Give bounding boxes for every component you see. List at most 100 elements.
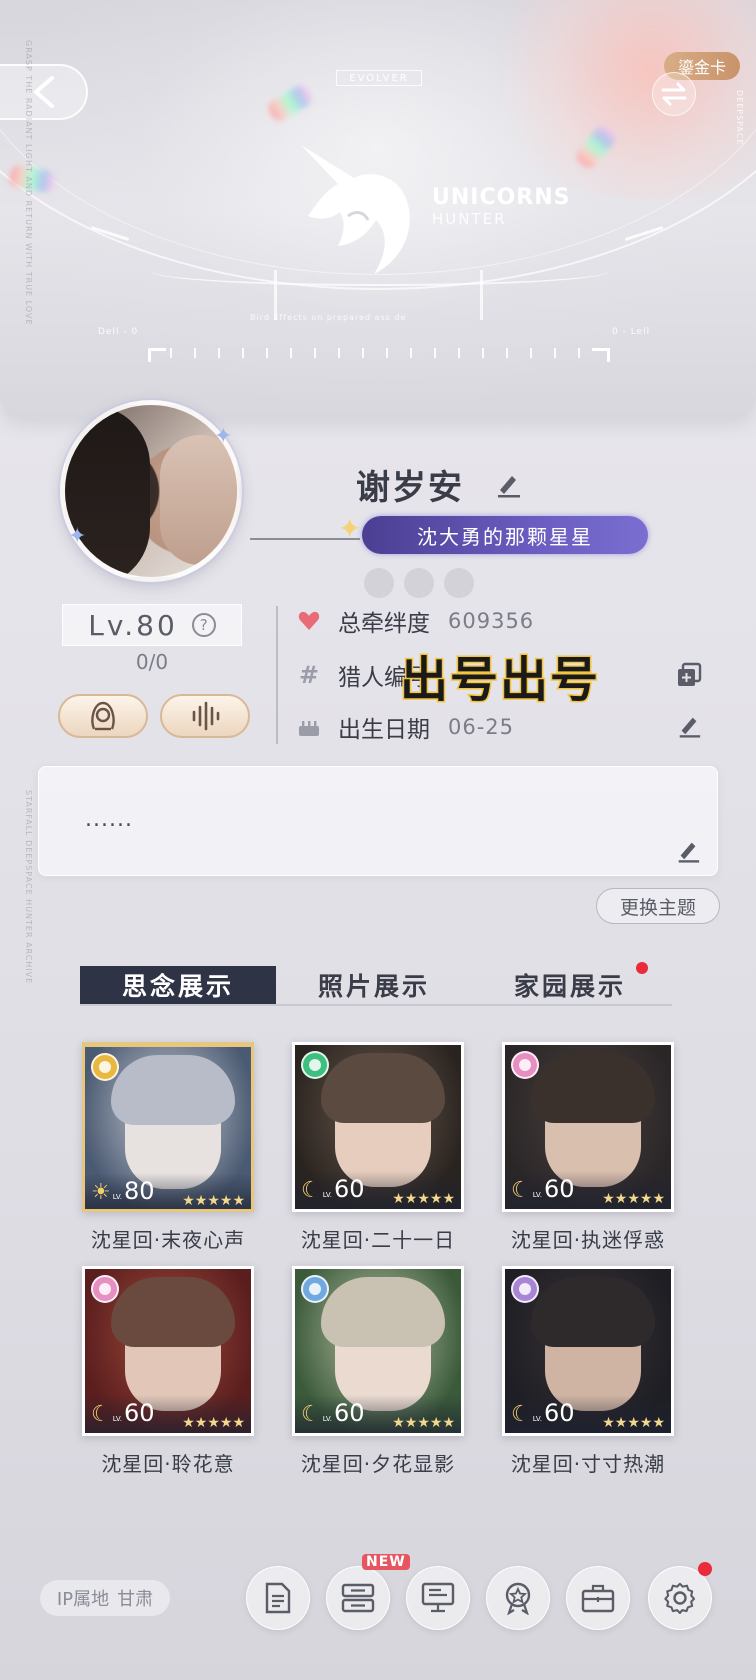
decor-dot (444, 568, 474, 598)
birthday-value: 06-25 (448, 715, 515, 739)
memory-card-label: 沈星回·二十一日 (300, 1228, 456, 1252)
card-level-value: 60 (543, 1399, 575, 1427)
memory-card-label: 沈星回·末夜心声 (90, 1228, 246, 1252)
medal-icon (505, 1582, 531, 1615)
card-level-value: 60 (543, 1175, 575, 1203)
player-name: 谢岁安 (356, 468, 464, 508)
card-level: ☀ LV. 80 (91, 1177, 155, 1205)
attribute-gem-icon (301, 1051, 329, 1079)
chevron-left-icon (32, 76, 54, 108)
bond-row: 总牵绊度 609356 (296, 604, 534, 638)
overlay-caption: 出号出号 (398, 651, 601, 710)
voice-wave-icon (192, 701, 220, 731)
card-level: ☾ LV. 60 (511, 1399, 575, 1427)
document-button[interactable] (246, 1566, 310, 1630)
card-level: ☾ LV. 60 (511, 1175, 575, 1203)
swap-button[interactable] (652, 72, 696, 116)
copy-icon[interactable] (676, 662, 702, 688)
edit-birthday-icon[interactable] (676, 712, 702, 738)
back-button[interactable] (0, 64, 88, 120)
bio-card[interactable]: ...... (38, 766, 718, 876)
screen-button[interactable] (406, 1566, 470, 1630)
ip-label: IP属地 (56, 1589, 110, 1610)
memory-card[interactable]: ☀ LV. 80 ★★★★★ (82, 1042, 254, 1212)
side-decor-text: STARFALL DEEPSPACE HUNTER ARCHIVE (24, 790, 33, 985)
card-level-value: 60 (123, 1399, 155, 1427)
memory-card[interactable]: ☾ LV. 60 ★★★★★ (292, 1266, 464, 1436)
card-level-prefix: LV. (322, 1415, 332, 1423)
edit-bio-icon[interactable] (675, 837, 701, 863)
card-level-prefix: LV. (322, 1191, 332, 1199)
tab-memories[interactable]: 思念展示 (80, 966, 276, 1004)
help-icon[interactable]: ? (191, 613, 216, 637)
avatar-figure-right (160, 435, 237, 565)
companion-button[interactable] (58, 694, 148, 738)
birthday-row: 出生日期 06-25 (296, 710, 514, 744)
storage-button[interactable] (326, 1566, 390, 1630)
hud-mid: Bird Effects on prepared ass de (250, 313, 407, 322)
voice-button[interactable] (160, 694, 250, 738)
memory-card-label: 沈星回·寸寸热潮 (510, 1452, 666, 1476)
card-stars: ★★★★★ (392, 1415, 455, 1431)
attribute-gem-icon (91, 1053, 119, 1081)
gear-icon (664, 1582, 696, 1614)
card-stars: ★★★★★ (602, 1191, 665, 1207)
card-level: ☾ LV. 60 (301, 1175, 365, 1203)
memory-card-label: 沈星回·夕花显影 (300, 1452, 456, 1476)
decor-dot (364, 568, 394, 598)
memory-card[interactable]: ☾ LV. 60 ★★★★★ (292, 1042, 464, 1212)
bag-button[interactable] (566, 1566, 630, 1630)
title-badge[interactable]: 沈大勇的那颗星星 (362, 516, 648, 554)
divider (276, 606, 278, 744)
memory-card[interactable]: ☾ LV. 60 ★★★★★ (502, 1042, 674, 1212)
deepspace-label: DEEPSPACE (735, 90, 744, 146)
hud-bracket-right (592, 348, 610, 362)
card-stars: ★★★★★ (182, 1415, 245, 1431)
cake-icon (296, 717, 322, 737)
memory-card[interactable]: ☾ LV. 60 ★★★★★ (82, 1266, 254, 1436)
showcase-tabs: 思念展示 照片展示 家园展示 (80, 962, 672, 1006)
card-hair (111, 1055, 235, 1125)
swap-icon (661, 82, 687, 106)
new-tag: NEW (362, 1554, 410, 1570)
decor-dot (404, 568, 434, 598)
unicorn-logo-icon (301, 145, 410, 274)
tab-photos[interactable]: 照片展示 (276, 966, 472, 1004)
card-rank-icon: ☾ (511, 1402, 531, 1427)
hud-ticks (170, 348, 590, 358)
edit-name-icon[interactable] (494, 470, 522, 498)
card-level-prefix: LV. (112, 1415, 122, 1423)
card-rank-icon: ☾ (91, 1402, 111, 1427)
achievement-button[interactable] (486, 1566, 550, 1630)
attribute-gem-icon (91, 1275, 119, 1303)
person-icon (91, 701, 115, 731)
change-theme-button[interactable]: 更换主题 (596, 888, 720, 924)
card-hair (111, 1277, 235, 1347)
card-rank-icon: ☾ (511, 1178, 531, 1203)
hud-right: 0 - Lell (612, 327, 651, 337)
card-stars: ★★★★★ (602, 1415, 665, 1431)
card-stars: ★★★★★ (182, 1193, 245, 1209)
sparkle-icon: ✦ (68, 524, 87, 549)
card-level: ☾ LV. 60 (91, 1399, 155, 1427)
hud-left: Dell - 0 (98, 327, 139, 337)
document-icon (265, 1582, 291, 1614)
bond-value: 609356 (448, 609, 535, 633)
level-progress: 0/0 (135, 650, 169, 674)
memory-card-label: 沈星回·执迷俘惑 (510, 1228, 666, 1252)
bond-label: 总牵绊度 (338, 611, 430, 637)
card-rank-icon: ☾ (301, 1402, 321, 1427)
avatar-figure-left (65, 405, 150, 577)
profile-banner: EVOLVER UNICORNS HUNTER Dell - 0 0 - Lel… (0, 0, 756, 418)
monitor-icon (421, 1582, 455, 1613)
logo-line2: HUNTER (432, 210, 507, 228)
attribute-gem-icon (301, 1275, 329, 1303)
card-hair (321, 1277, 445, 1347)
level-box: Lv.80 ? (62, 604, 242, 646)
memory-card-label: 沈星回·聆花意 (101, 1452, 235, 1476)
logo-text: UNICORNS HUNTER (432, 185, 571, 228)
memory-card[interactable]: ☾ LV. 60 ★★★★★ (502, 1266, 674, 1436)
card-hair (531, 1277, 655, 1347)
card-hair (321, 1053, 445, 1123)
star-wand-icon: ✦ (338, 512, 362, 545)
